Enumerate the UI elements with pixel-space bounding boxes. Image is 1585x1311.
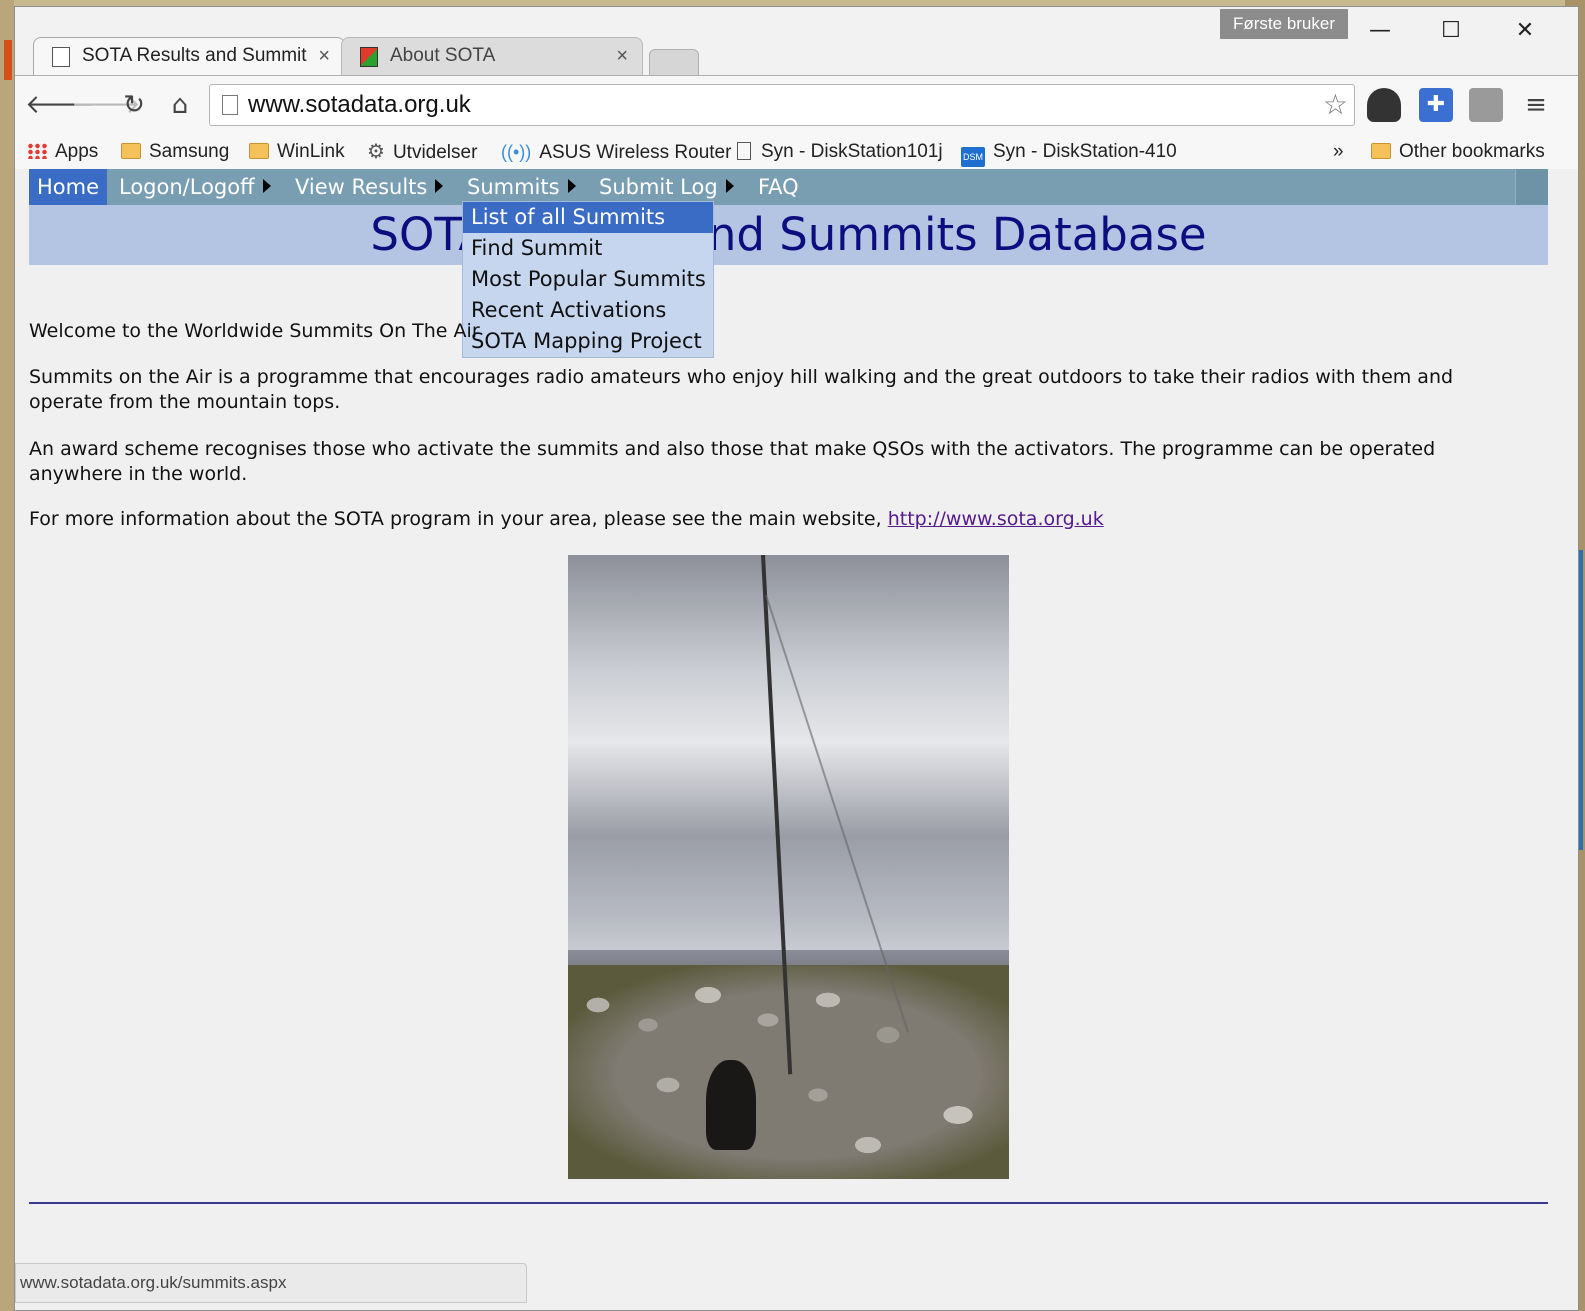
bookmark-label: Apps bbox=[55, 141, 99, 162]
bookmark-samsung[interactable]: Samsung bbox=[121, 135, 229, 169]
tab-title: SOTA Results and Summit bbox=[82, 45, 307, 66]
bookmark-label: WinLink bbox=[277, 141, 345, 162]
site-nav-bar: Home Logon/Logoff View Results Summits S… bbox=[29, 169, 1548, 205]
page-icon bbox=[222, 95, 238, 115]
desktop-icon-strip bbox=[4, 40, 12, 80]
tab-title: About SOTA bbox=[390, 45, 496, 66]
browser-window: Første bruker — ☐ ✕ SOTA Results and Sum… bbox=[14, 6, 1579, 1311]
bookmark-utvidelser[interactable]: ⚙ Utvidelser bbox=[367, 135, 477, 169]
reload-icon[interactable]: ↻ bbox=[117, 88, 151, 122]
folder-icon bbox=[121, 143, 141, 159]
bookmark-asus-router[interactable]: ((•)) ASUS Wireless Router bbox=[501, 135, 731, 169]
summits-dropdown-menu: List of all Summits Find Summit Most Pop… bbox=[462, 201, 714, 358]
web-page: Home Logon/Logoff View Results Summits S… bbox=[15, 169, 1578, 1310]
maximize-button[interactable]: ☐ bbox=[1421, 11, 1481, 51]
wireless-icon: ((•)) bbox=[501, 142, 532, 162]
folder-icon bbox=[1371, 143, 1391, 159]
bookmark-winlink[interactable]: WinLink bbox=[249, 135, 345, 169]
submenu-arrow-icon bbox=[725, 179, 734, 193]
bookmark-apps[interactable]: Apps bbox=[27, 135, 98, 169]
tab-close-icon[interactable]: × bbox=[318, 38, 330, 74]
address-bar[interactable]: www.sotadata.org.uk ☆ bbox=[209, 84, 1355, 126]
award-paragraph: An award scheme recognises those who act… bbox=[29, 438, 1436, 485]
page-icon bbox=[52, 47, 70, 67]
menu-item-find-summit[interactable]: Find Summit bbox=[463, 233, 713, 264]
page-title: SOTA Results and Summits Database bbox=[370, 208, 1207, 261]
sota-favicon-icon bbox=[360, 47, 378, 67]
nav-logon-logoff[interactable]: Logon/Logoff bbox=[119, 169, 271, 205]
bookmark-diskstation410[interactable]: DSM Syn - DiskStation-410 bbox=[961, 135, 1177, 169]
bookmark-other[interactable]: Other bookmarks bbox=[1371, 135, 1545, 169]
back-arrow-icon[interactable]: 🡐 bbox=[25, 88, 95, 122]
nav-label: Submit Log bbox=[599, 175, 718, 199]
puzzle-extension-icon[interactable]: ✚ bbox=[1419, 88, 1453, 122]
new-tab-button[interactable] bbox=[649, 49, 699, 77]
dsm-icon: DSM bbox=[961, 147, 985, 167]
nav-home[interactable]: Home bbox=[29, 169, 107, 205]
profile-button[interactable]: Første bruker bbox=[1220, 9, 1348, 39]
summit-photo bbox=[568, 555, 1009, 1179]
bookmark-label: Utvidelser bbox=[392, 142, 478, 163]
menu-item-list-all-summits[interactable]: List of all Summits bbox=[463, 202, 713, 233]
desktop-left-edge bbox=[0, 0, 14, 1311]
close-window-button[interactable]: ✕ bbox=[1495, 11, 1555, 51]
bookmark-label: Syn - DiskStation101j bbox=[761, 141, 943, 162]
nav-faq[interactable]: FAQ bbox=[758, 169, 799, 205]
bookmark-label: Other bookmarks bbox=[1399, 141, 1545, 162]
address-text: www.sotadata.org.uk bbox=[248, 91, 471, 118]
tab-sota-results[interactable]: SOTA Results and Summit × bbox=[33, 37, 345, 75]
bookmarks-overflow-button[interactable]: » bbox=[1333, 135, 1344, 169]
extension-icon[interactable] bbox=[1367, 88, 1401, 122]
nav-submit-log[interactable]: Submit Log bbox=[599, 169, 734, 205]
page-icon bbox=[737, 142, 751, 160]
info-text: For more information about the SOTA prog… bbox=[29, 508, 888, 530]
minimize-button[interactable]: — bbox=[1350, 11, 1410, 51]
status-bar: www.sotadata.org.uk/summits.aspx bbox=[15, 1263, 527, 1303]
footer-divider bbox=[29, 1202, 1548, 1204]
sota-website-link[interactable]: http://www.sota.org.uk bbox=[888, 508, 1104, 530]
nav-bar-end bbox=[1515, 169, 1548, 205]
gear-icon: ⚙ bbox=[367, 141, 385, 163]
site-banner: SOTA Results and Summits Database bbox=[29, 205, 1548, 265]
nav-summits[interactable]: Summits bbox=[467, 169, 576, 205]
bookmark-label: Samsung bbox=[149, 141, 230, 162]
submenu-arrow-icon bbox=[435, 179, 444, 193]
bookmark-label: ASUS Wireless Router bbox=[539, 142, 732, 163]
folder-icon bbox=[249, 143, 269, 159]
bookmark-label: Syn - DiskStation-410 bbox=[993, 141, 1177, 162]
tab-strip: Første bruker — ☐ ✕ SOTA Results and Sum… bbox=[15, 7, 1578, 77]
nav-view-results[interactable]: View Results bbox=[295, 169, 444, 205]
home-icon[interactable]: ⌂ bbox=[163, 88, 197, 122]
browser-toolbar: 🡐 🡒 ↻ ⌂ www.sotadata.org.uk ☆ ✚ ≡ bbox=[15, 75, 1578, 136]
menu-icon[interactable]: ≡ bbox=[1519, 88, 1553, 122]
bookmark-diskstation101j[interactable]: Syn - DiskStation101j bbox=[737, 135, 943, 169]
bookmarks-bar: Apps Samsung WinLink ⚙ Utvidelser ((•)) AS… bbox=[15, 135, 1578, 170]
info-paragraph: For more information about the SOTA prog… bbox=[29, 507, 1529, 532]
menu-item-recent-activations[interactable]: Recent Activations bbox=[463, 295, 713, 326]
keyboard-extension-icon[interactable] bbox=[1469, 88, 1503, 122]
tab-close-icon[interactable]: × bbox=[616, 38, 628, 74]
nav-label: View Results bbox=[295, 175, 428, 199]
forward-arrow-icon[interactable]: 🡒 bbox=[71, 88, 141, 122]
nav-label: Summits bbox=[467, 175, 560, 199]
submenu-arrow-icon bbox=[567, 179, 576, 193]
submenu-arrow-icon bbox=[262, 179, 271, 193]
bookmark-star-icon[interactable]: ☆ bbox=[1323, 85, 1348, 125]
nav-label: Logon/Logoff bbox=[119, 175, 255, 199]
apps-grid-icon bbox=[27, 143, 47, 159]
intro-paragraph: Summits on the Air is a programme that e… bbox=[29, 366, 1454, 413]
tab-about-sota[interactable]: About SOTA × bbox=[341, 37, 643, 75]
photo-dog bbox=[706, 1060, 756, 1150]
welcome-text: Welcome to the Worldwide Summits On The … bbox=[29, 320, 480, 342]
menu-item-sota-mapping-project[interactable]: SOTA Mapping Project bbox=[463, 326, 713, 357]
menu-item-most-popular-summits[interactable]: Most Popular Summits bbox=[463, 264, 713, 295]
